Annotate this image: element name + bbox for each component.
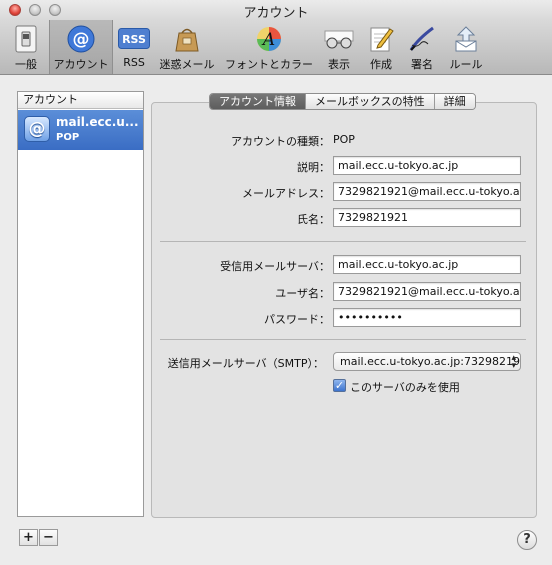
account-tabs: アカウント情報 メールボックスの特性 詳細 [209,93,476,110]
tab-mailbox-behaviors[interactable]: メールボックスの特性 [306,94,435,109]
username-field[interactable]: 7329821921@mail.ecc.u-tokyo.ac.jp [333,282,521,301]
toolbar-fonts-colors[interactable]: A フォントとカラー [222,20,316,74]
section-divider [160,339,526,340]
help-button[interactable]: ? [517,530,537,550]
toolbar-rules[interactable]: ルール [444,20,488,74]
fountain-pen-icon [406,25,438,53]
incoming-server-field[interactable]: mail.ecc.u-tokyo.ac.jp [333,255,521,274]
tab-advanced[interactable]: 詳細 [434,94,475,109]
at-sign-icon: @ [65,25,97,53]
smtp-server-label: 送信用メールサーバ（SMTP）： [167,357,324,370]
toolbar-general[interactable]: 一般 [6,20,46,74]
pencil-paper-icon [365,25,397,53]
smtp-server-popup[interactable]: mail.ecc.u-tokyo.ac.jp:7329821921 ▴ ▾ [333,352,521,371]
smtp-server-value: mail.ecc.u-tokyo.ac.jp:7329821921 [340,355,521,368]
account-type: POP [56,132,80,143]
account-row-selected[interactable]: @ mail.ecc.u... POP [18,110,143,150]
accounts-list[interactable]: アカウント @ mail.ecc.u... POP [17,91,144,517]
light-switch-icon [10,25,42,53]
toolbar-rss[interactable]: RSS RSS [114,20,154,74]
email-field[interactable]: 7329821921@mail.ecc.u-tokyo.ac.jp [333,182,521,201]
use-only-this-server-checkbox[interactable]: ✓ [333,379,346,392]
section-divider [160,241,526,242]
junk-mail-bag-icon [171,25,203,53]
glasses-icon [323,25,355,53]
password-label: パスワード： [264,313,330,326]
updown-arrows-icon: ▴ ▾ [511,353,516,371]
remove-account-button[interactable]: − [39,529,58,546]
at-sign-icon: @ [24,116,50,142]
full-name-field[interactable]: 7329821921 [333,208,521,227]
title-bar: アカウント [0,0,552,21]
description-label: 説明： [297,161,330,174]
accounts-list-header: アカウント [18,92,143,109]
rss-icon: RSS [118,25,150,53]
use-only-this-server-label: このサーバのみを使用 [350,381,460,394]
add-account-button[interactable]: + [19,529,38,546]
full-name-label: 氏名： [297,213,330,226]
account-type-value: POP [333,133,355,146]
toolbar-accounts[interactable]: @ アカウント [49,20,113,74]
toolbar-composing[interactable]: 作成 [362,20,400,74]
email-label: メールアドレス： [242,187,330,200]
toolbar-junk-mail[interactable]: 迷惑メール [157,20,217,74]
username-label: ユーザ名： [275,287,330,300]
window-title: アカウント [243,6,309,21]
toolbar-signatures[interactable]: 署名 [403,20,441,74]
svg-text:A: A [261,30,275,50]
tab-account-info[interactable]: アカウント情報 [210,94,306,109]
toolbar-viewing[interactable]: 表示 [321,20,357,74]
font-color-wheel-icon: A [253,25,285,53]
description-field[interactable]: mail.ecc.u-tokyo.ac.jp [333,156,521,175]
incoming-server-label: 受信用メールサーバ： [220,260,330,273]
svg-text:RSS: RSS [122,33,146,46]
preferences-toolbar: 一般 @ アカウント RSS RSS 迷惑メール A フォントとカラー 表示 作… [0,20,552,75]
account-name: mail.ecc.u... [56,115,139,129]
password-field[interactable]: •••••••••• [333,308,521,327]
svg-text:@: @ [73,30,90,50]
rules-envelope-icon [450,25,482,53]
account-type-label: アカウントの種類： [231,135,330,148]
